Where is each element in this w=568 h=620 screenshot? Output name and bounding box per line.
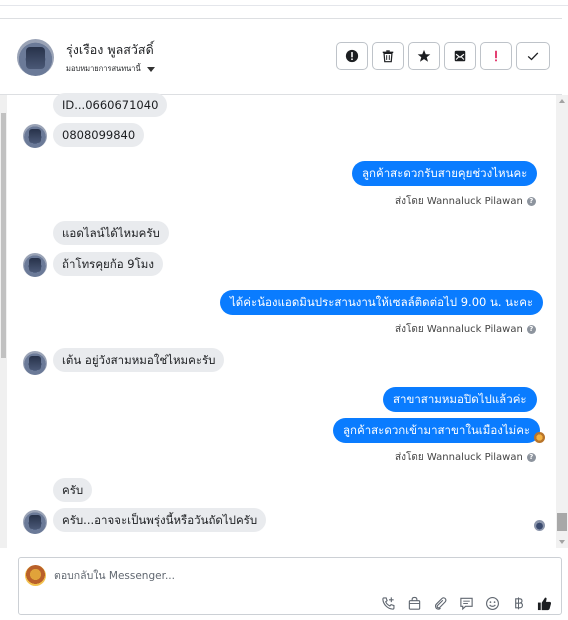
star-icon — [417, 49, 431, 62]
caret-down-icon — [146, 66, 155, 72]
mark-done-button[interactable] — [516, 42, 550, 70]
call-button[interactable] — [380, 595, 396, 611]
outgoing-message: ลูกค้าสะดวกรับสายคุยช่วงไหนคะ — [352, 161, 538, 186]
window-top-strip — [0, 0, 568, 6]
alert-circle-icon — [345, 49, 359, 63]
seen-avatar-icon — [534, 520, 545, 531]
attach-button[interactable] — [432, 595, 448, 611]
help-icon[interactable]: ? — [526, 453, 536, 462]
contact-avatar[interactable] — [17, 39, 54, 76]
trash-icon — [382, 50, 394, 63]
phone-plus-icon — [381, 596, 394, 610]
incoming-message: 0808099840 — [53, 123, 145, 147]
shop-button[interactable] — [406, 595, 422, 611]
smiley-icon — [485, 596, 499, 610]
sender-avatar[interactable] — [23, 124, 47, 148]
assign-conversation-dropdown[interactable]: มอบหมายการสนทนานี้ — [66, 63, 155, 75]
sent-by-label: ส่งโดย Wannaluck Pilawan? — [395, 194, 536, 209]
delete-button[interactable] — [372, 42, 404, 70]
emoji-button[interactable] — [484, 595, 500, 611]
left-scrollbar[interactable] — [0, 95, 7, 548]
star-button[interactable] — [408, 42, 440, 70]
outgoing-message: ลูกค้าสะดวกเข้ามาสาขาในเมืองไม่คะ — [333, 418, 541, 443]
outgoing-message: สาขาสามหมอปิดไปแล้วค่ะ — [383, 387, 537, 412]
sender-avatar[interactable] — [23, 351, 47, 375]
mark-spam-button[interactable] — [336, 42, 368, 70]
conversation-header: รุ่งเรือง พูลสวัสดิ์ มอบหมายการสนทนานี้ — [0, 18, 562, 95]
payment-button[interactable] — [510, 595, 526, 611]
incoming-message: ID...0660671040 — [53, 93, 168, 117]
reply-input[interactable] — [54, 567, 534, 585]
reply-composer — [18, 557, 562, 615]
header-actions — [336, 42, 550, 70]
sender-avatar[interactable] — [23, 253, 47, 277]
incoming-message: ครับ — [53, 478, 93, 502]
outgoing-message: ได้ค่ะน้องแอดมินประสานงานให้เซลล์ติดต่อไ… — [220, 290, 544, 315]
seen-indicator-icon — [534, 432, 545, 443]
contact-name[interactable]: รุ่งเรือง พูลสวัสดิ์ — [66, 40, 154, 60]
message-scrollbar[interactable] — [556, 95, 568, 548]
sent-by-label: ส่งโดย Wannaluck Pilawan? — [395, 450, 536, 465]
scroll-down-arrow-icon[interactable] — [559, 540, 565, 544]
help-icon[interactable]: ? — [526, 325, 536, 334]
incoming-message: ครับ...อาจจะเป็นพรุ่งนี้หรือวันถัดไปครับ — [53, 508, 267, 532]
sent-by-label: ส่งโดย Wannaluck Pilawan? — [395, 322, 536, 337]
envelope-icon — [454, 50, 466, 62]
baht-icon — [514, 596, 523, 609]
sent-by-text: ส่งโดย Wannaluck Pilawan — [395, 452, 523, 463]
mark-important-button[interactable] — [480, 42, 512, 70]
sender-avatar[interactable] — [23, 510, 47, 534]
saved-reply-icon — [459, 597, 473, 610]
exclamation-icon — [495, 50, 497, 62]
incoming-message: ถ้าโทรคุยก้อ 9โมง — [53, 252, 163, 276]
mark-unread-button[interactable] — [444, 42, 476, 70]
saved-reply-button[interactable] — [458, 595, 474, 611]
composer-toolbar — [380, 595, 552, 611]
left-scrollbar-thumb[interactable] — [1, 113, 6, 358]
assign-label: มอบหมายการสนทนานี้ — [66, 64, 141, 73]
thumbs-up-icon — [537, 597, 551, 610]
help-icon[interactable]: ? — [526, 197, 536, 206]
incoming-message: เต้น อยู่วังสามหมอใช่ไหมคะรับ — [53, 348, 225, 372]
check-icon — [527, 52, 539, 61]
sent-by-text: ส่งโดย Wannaluck Pilawan — [395, 196, 523, 207]
page-avatar — [25, 565, 46, 586]
send-like-button[interactable] — [536, 595, 552, 611]
paperclip-icon — [434, 596, 446, 610]
scroll-up-arrow-icon[interactable] — [559, 99, 565, 103]
bag-icon — [408, 596, 420, 610]
sent-by-text: ส่งโดย Wannaluck Pilawan — [395, 324, 523, 335]
incoming-message: แอดไลน์ได้ไหมครับ — [53, 221, 169, 245]
message-scrollbar-thumb[interactable] — [557, 513, 567, 531]
